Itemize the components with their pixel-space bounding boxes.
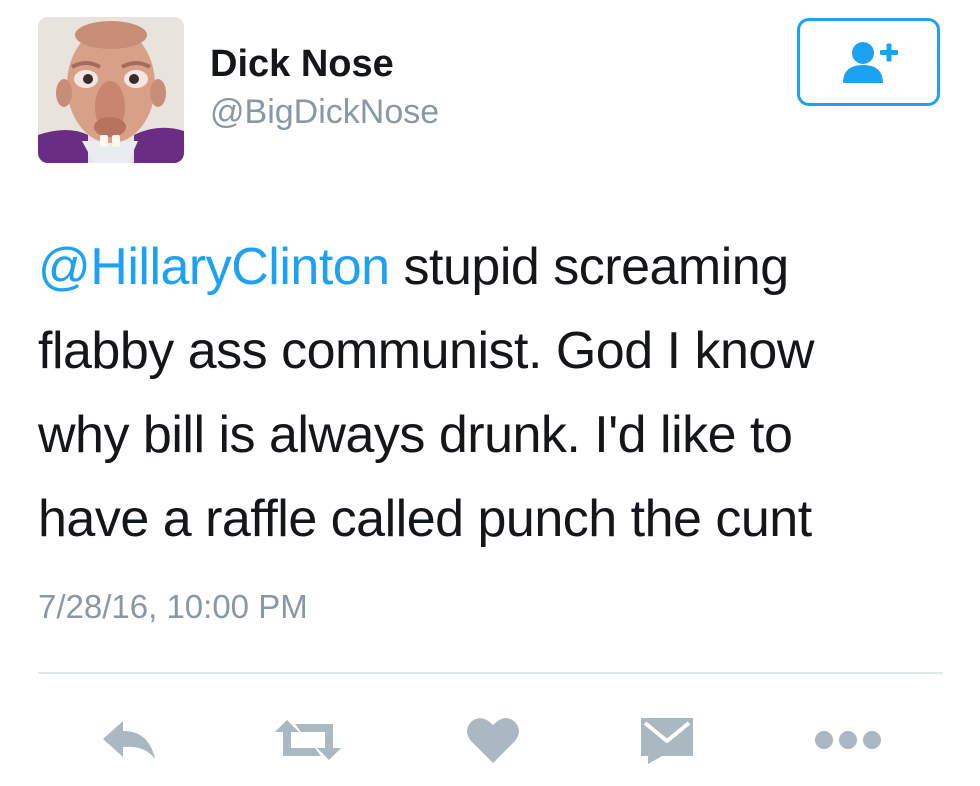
like-icon bbox=[467, 718, 519, 763]
divider bbox=[38, 672, 943, 674]
tweet-card: Dick Nose @BigDickNose @HillaryClinton s… bbox=[0, 0, 980, 786]
follow-button[interactable] bbox=[797, 18, 940, 106]
tweet-line-1-text: stupid screaming bbox=[389, 238, 790, 296]
tweet-line-3: why bill is always drunk. I'd like to bbox=[38, 406, 793, 464]
tweet-line-2: flabby ass communist. God I know bbox=[38, 322, 814, 380]
more-icon bbox=[815, 731, 881, 749]
user-handle[interactable]: @BigDickNose bbox=[210, 90, 439, 134]
avatar[interactable] bbox=[38, 17, 184, 163]
mention-link[interactable]: @HillaryClinton bbox=[38, 238, 390, 296]
tweet-text: @HillaryClinton stupid screaming flabby … bbox=[38, 225, 953, 561]
display-name[interactable]: Dick Nose bbox=[210, 40, 394, 88]
add-user-icon bbox=[842, 42, 898, 83]
like-button[interactable] bbox=[460, 705, 526, 775]
retweet-icon bbox=[275, 720, 341, 760]
more-button[interactable] bbox=[808, 705, 888, 775]
message-icon bbox=[641, 718, 693, 764]
tweet-line-1: @HillaryClinton stupid screaming bbox=[38, 225, 953, 309]
timestamp[interactable]: 7/28/16, 10:00 PM bbox=[38, 585, 308, 629]
reply-button[interactable] bbox=[95, 705, 165, 775]
message-button[interactable] bbox=[636, 705, 698, 775]
tweet-line-4: have a raffle called punch the cunt bbox=[38, 490, 812, 548]
reply-icon bbox=[103, 721, 155, 759]
retweet-button[interactable] bbox=[268, 705, 348, 775]
avatar-image bbox=[38, 17, 184, 163]
